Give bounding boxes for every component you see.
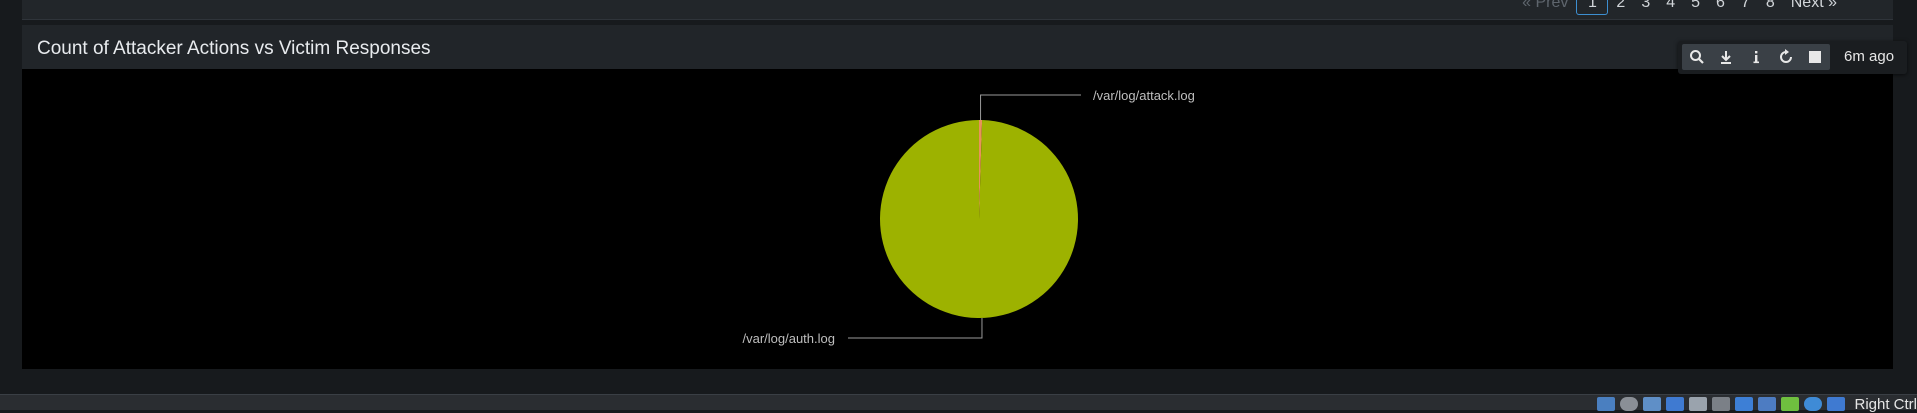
pie-slice-label: /var/log/attack.log [1093,88,1195,103]
pagination: « Prev 1 2 3 4 5 6 7 8 Next » [1514,0,1845,15]
pie-slice-label: /var/log/auth.log [742,331,835,346]
pie-slice[interactable] [879,120,1078,318]
panel-toolbar-buttons [1682,44,1830,70]
host-key-label: Right Ctrl [1854,396,1917,413]
pagination-next[interactable]: Next » [1783,0,1845,14]
slice-leader-line [848,317,983,339]
search-icon[interactable] [1686,46,1708,68]
system-tray: Right Ctrl [1597,396,1917,413]
pagination-page[interactable]: 4 [1658,0,1683,14]
pagination-page[interactable]: 6 [1708,0,1733,14]
pagination-page[interactable]: 1 [1576,0,1609,15]
info-icon[interactable] [1745,46,1767,68]
pagination-page[interactable]: 5 [1683,0,1708,14]
chart-area: /var/log/attack.log/var/log/auth.log [22,69,1893,369]
pagination-page[interactable]: 2 [1608,0,1633,14]
panel-toolbar: 6m ago [1678,41,1907,74]
host-taskbar: Right Ctrl [0,394,1917,413]
pagination-page[interactable]: 8 [1758,0,1783,14]
refresh-icon[interactable] [1775,46,1797,68]
pie-chart: /var/log/attack.log/var/log/auth.log [742,88,1195,346]
pagination-page[interactable]: 3 [1633,0,1658,14]
pagination-prev[interactable]: « Prev [1514,0,1576,14]
dashboard-panel: Count of Attacker Actions vs Victim Resp… [22,25,1907,369]
last-updated-time: 6m ago [1844,48,1895,65]
previous-panel-footer: « Prev 1 2 3 4 5 6 7 8 Next » [22,0,1893,20]
pagination-page[interactable]: 7 [1733,0,1758,14]
download-icon[interactable] [1715,46,1737,68]
slice-leader-line [980,94,1081,121]
panel-title: Count of Attacker Actions vs Victim Resp… [37,38,431,59]
stop-icon[interactable] [1804,46,1826,68]
